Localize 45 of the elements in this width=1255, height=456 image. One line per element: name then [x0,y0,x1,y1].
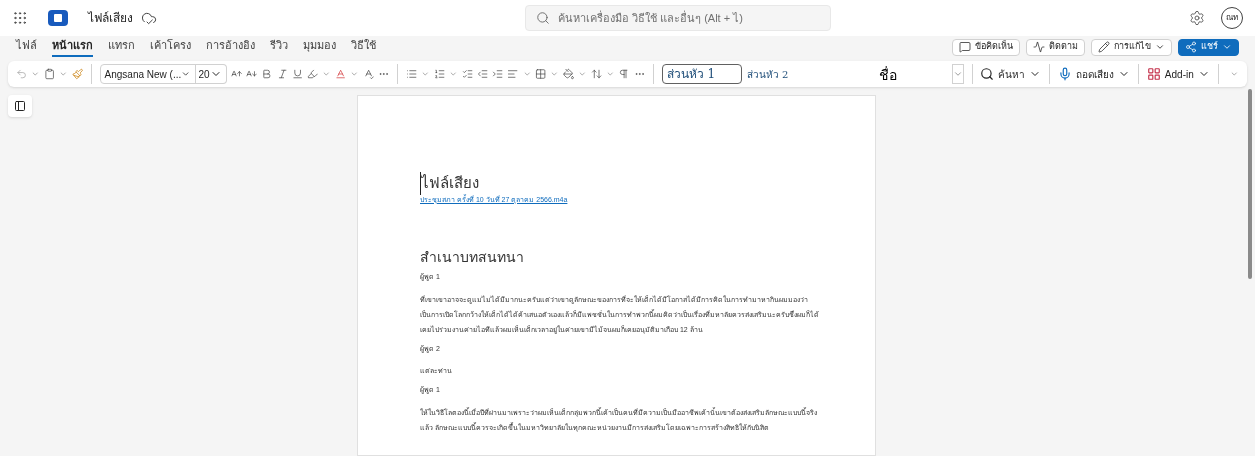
share-icon [1185,41,1197,53]
document-heading: ไฟล์เสียง [421,173,479,193]
navigation-pane-button[interactable] [8,95,32,117]
add-in-button[interactable]: Add-in [1146,66,1210,82]
ribbon-tab[interactable]: วิธีใช้ [351,36,376,58]
pencil-icon [1098,41,1110,53]
ribbon-tab[interactable]: ไฟล์ [16,36,37,58]
search-icon [980,67,995,81]
panel-icon [14,100,26,112]
find-button[interactable]: ค้นหา [980,66,1042,82]
format-painter-icon[interactable] [71,66,83,82]
scrollbar[interactable] [1248,89,1252,279]
ribbon-tab[interactable]: เค้าโครง [150,36,191,58]
cloud-check-icon [141,10,157,26]
ribbon-tab[interactable]: การอ้างอิง [206,36,255,58]
microphone-icon [1058,67,1073,81]
paste-icon[interactable] [43,66,56,82]
word-logo-icon[interactable] [48,10,68,26]
share-button[interactable]: แชร์ [1178,38,1239,56]
comments-button[interactable]: ข้อคิดเห็น [952,38,1020,56]
app-launcher-icon[interactable] [12,10,28,26]
borders-icon[interactable] [535,66,547,82]
ribbon-tab[interactable]: แทรก [108,36,135,58]
catchup-button[interactable]: ติดตาม [1026,38,1085,56]
style-gallery-item[interactable]: ชื่อ [817,64,952,84]
ribbon-tab[interactable]: หน้าแรก [52,36,93,58]
pulse-icon [1033,41,1045,53]
font-name-dropdown[interactable]: Angsana New (... [99,64,196,84]
editing-button[interactable]: การแก้ไข [1091,38,1172,56]
search-field[interactable]: ค้นหาเครื่องมือ วิธีใช้ และอื่นๆ (Alt + ไ) [525,5,831,31]
ribbon-tab[interactable]: มุมมอง [303,36,336,58]
section-heading: สำเนาบทสนทนา [420,248,525,267]
font-size-dropdown[interactable]: 20 [194,64,227,84]
comment-icon [959,41,971,53]
style-gallery-item[interactable]: ส่วนหัว 1 [661,64,742,84]
document-title[interactable]: ไฟล์เสียง [88,9,133,27]
chevron-down-icon [1155,42,1165,52]
grid-icon [1146,67,1161,81]
dictate-button[interactable]: ถอดเสียง [1058,66,1131,82]
style-gallery-item[interactable]: ส่วนหัว 2 [741,64,818,84]
chevron-down-icon [1222,42,1232,52]
settings-icon[interactable] [1189,10,1205,26]
shading-icon[interactable] [562,66,575,82]
ribbon-tab[interactable]: รีวิว [270,36,288,58]
search-icon [536,11,550,25]
